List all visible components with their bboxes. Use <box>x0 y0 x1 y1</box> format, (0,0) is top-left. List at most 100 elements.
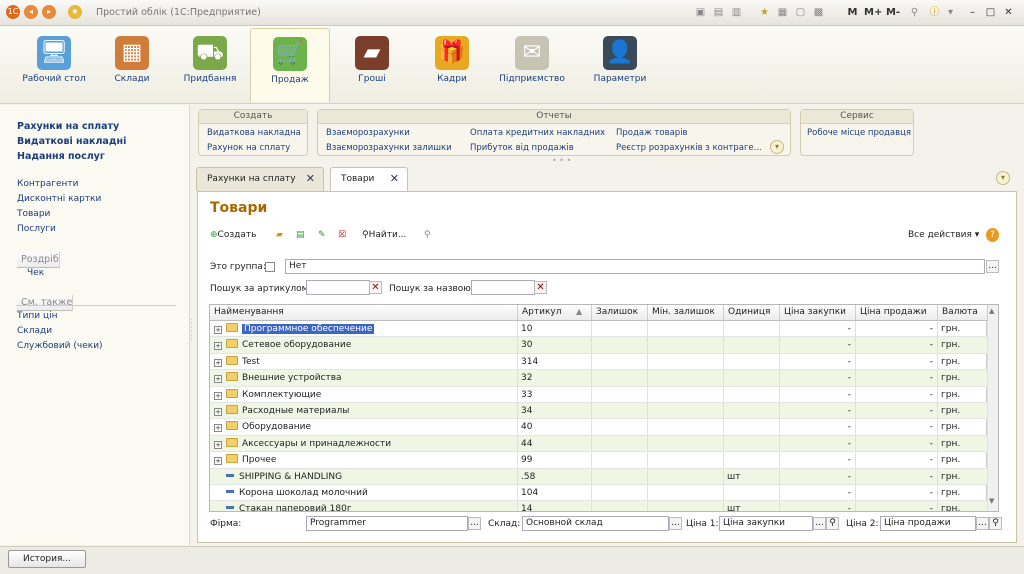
history-button[interactable]: История... <box>8 550 86 568</box>
section-envelope[interactable]: ✉ Підприємство <box>492 28 572 102</box>
firm-field[interactable]: Programmer <box>306 516 468 531</box>
expand-icon[interactable]: + <box>214 342 222 351</box>
section-desktop[interactable]: 🖥 Рабочий стол <box>14 28 94 102</box>
table-row[interactable]: SHIPPING & HANDLING .58 шт - - грн. <box>210 468 988 485</box>
document-icon[interactable]: ▢ <box>794 6 807 19</box>
nav-invoices-to-pay[interactable]: Рахунки на сплату <box>17 121 119 132</box>
cancel-search-icon[interactable]: ⚲ <box>424 228 431 242</box>
section-truck[interactable]: ⛟ Придбання <box>170 28 250 102</box>
nav-receipt[interactable]: Чек <box>27 268 44 278</box>
section-cart[interactable]: 🛒 Продаж <box>250 28 330 102</box>
back-icon[interactable]: ◂ <box>24 5 38 19</box>
nav-contractors[interactable]: Контрагенти <box>17 179 79 189</box>
edit-icon[interactable]: ✎ <box>318 228 326 242</box>
search-article-input[interactable] <box>306 280 370 295</box>
scroll-up-icon[interactable]: ▲ <box>989 307 994 315</box>
nav-services-provision[interactable]: Надання послуг <box>17 151 105 162</box>
column-header[interactable]: Ціна продажи <box>856 305 938 321</box>
expand-icon[interactable]: + <box>214 457 222 466</box>
column-header[interactable]: Залишок <box>592 305 648 321</box>
table-row[interactable]: Стакан паперовий 180г 14 шт - - грн. <box>210 501 988 511</box>
column-header[interactable]: Мін. залишок <box>648 305 724 321</box>
find-button[interactable]: ⚲Найти... <box>362 228 406 242</box>
clear-icon[interactable]: ✕ <box>534 281 547 294</box>
sort-ascending-icon[interactable]: ▲ <box>576 307 582 316</box>
is-group-field[interactable]: Нет <box>285 259 985 274</box>
expand-icon[interactable]: + <box>214 440 222 449</box>
memory-plus-button[interactable]: M+ <box>864 6 882 19</box>
maximize-icon[interactable]: □ <box>984 6 997 19</box>
save-icon[interactable]: ▣ <box>694 6 707 19</box>
table-row[interactable]: + Аксессуары и принадлежности 44- - грн. <box>210 435 988 453</box>
calendar-icon[interactable]: ▦ <box>776 6 789 19</box>
close-tab-icon[interactable]: ✕ <box>306 172 315 185</box>
favorite-add-icon[interactable]: ★ <box>758 6 771 19</box>
table-row[interactable]: + Оборудование 40- - грн. <box>210 419 988 436</box>
splitter-grip-icon[interactable]: ⋮ ⋮ ⋮ <box>188 318 195 342</box>
nav-price-types[interactable]: Типи цін <box>17 311 57 321</box>
nav-services[interactable]: Послуги <box>17 224 56 234</box>
column-header[interactable]: Одиниця <box>724 305 780 321</box>
copy-item-icon[interactable]: ▤ <box>296 228 305 242</box>
nav-goods[interactable]: Товари <box>17 209 50 219</box>
ellipsis-icon[interactable]: ... <box>986 260 999 273</box>
search-icon[interactable]: ⚲ <box>826 517 839 530</box>
table-row[interactable]: + Расходные материалы 34- - грн. <box>210 403 988 420</box>
table-row[interactable]: + Test 314- - грн. <box>210 353 988 371</box>
nav-discount-cards[interactable]: Дисконтні картки <box>17 194 101 204</box>
price1-field[interactable]: Ціна закупки <box>719 516 813 531</box>
info-icon[interactable]: ⓘ <box>928 6 941 19</box>
collapse-grip-icon[interactable]: • • • <box>552 156 571 165</box>
table-row[interactable]: + Комплектующие 33- - грн. <box>210 386 988 403</box>
dropdown-arrow-icon[interactable]: ▾ <box>944 6 957 19</box>
section-warehouse[interactable]: ▦ Склади <box>92 28 172 102</box>
warehouse-field[interactable]: Основной склад <box>522 516 669 531</box>
nav-sales-invoices[interactable]: Видаткові накладні <box>17 136 126 147</box>
report-settlement-balances[interactable]: Взаєморозрахунки залишки <box>326 143 452 153</box>
expand-icon[interactable]: + <box>214 358 222 367</box>
add-folder-icon[interactable]: ▰ <box>276 228 283 242</box>
ellipsis-icon[interactable]: ... <box>468 517 481 530</box>
tools-icon[interactable]: ⚲ <box>908 6 921 19</box>
clear-icon[interactable]: ✕ <box>369 281 382 294</box>
table-row[interactable]: + Прочее 99- - грн. <box>210 452 988 469</box>
star-icon[interactable]: ★ <box>68 5 82 19</box>
tabs-menu-icon[interactable]: ▾ <box>996 171 1010 185</box>
column-header[interactable]: Валюта <box>938 305 988 321</box>
minimize-icon[interactable]: – <box>966 6 979 19</box>
report-credit-invoices[interactable]: Оплата кредитних накладних <box>470 128 605 138</box>
memory-m-button[interactable]: M <box>846 6 859 19</box>
expand-icon[interactable]: + <box>214 375 222 384</box>
tab-invoices[interactable]: Рахунки на сплату ✕ <box>196 167 324 191</box>
expand-icon[interactable]: + <box>214 424 222 433</box>
ellipsis-icon[interactable]: ... <box>669 517 682 530</box>
column-header[interactable]: Найменування <box>210 305 518 321</box>
report-mutual-settlements[interactable]: Взаєморозрахунки <box>326 128 410 138</box>
report-settlements-register[interactable]: Реєстр розрахунків з контраге... <box>616 143 762 153</box>
scroll-down-icon[interactable]: ▼ <box>989 497 994 505</box>
cmd-seller-workplace[interactable]: Робоче місце продавця <box>807 128 911 138</box>
expand-icon[interactable]: + <box>214 391 222 400</box>
table-row[interactable]: + Программное обеспечение 10- - грн. <box>210 321 988 338</box>
tab-goods[interactable]: Товари ✕ <box>330 167 408 192</box>
close-tab-icon[interactable]: ✕ <box>390 172 399 185</box>
all-actions-button[interactable]: Все действия ▾ <box>908 228 979 242</box>
ellipsis-icon[interactable]: ... <box>976 517 989 530</box>
nav-warehouses[interactable]: Склади <box>17 326 52 336</box>
search-icon[interactable]: ⚲ <box>989 517 1002 530</box>
nav-service-receipts[interactable]: Службовий (чеки) <box>17 341 103 351</box>
cmd-payment-invoice[interactable]: Рахунок на сплату <box>207 143 290 153</box>
column-header[interactable]: Ціна закупки <box>780 305 856 321</box>
create-button[interactable]: ⊕Создать <box>210 228 256 242</box>
calculator-icon[interactable]: ▩ <box>812 6 825 19</box>
table-row[interactable]: Корона шоколад молочний 104- - грн. <box>210 485 988 502</box>
expand-icon[interactable]: + <box>214 326 222 334</box>
memory-minus-button[interactable]: M- <box>884 6 902 19</box>
forward-icon[interactable]: ▸ <box>42 5 56 19</box>
ellipsis-icon[interactable]: ... <box>813 517 826 530</box>
print-icon[interactable]: ▤ <box>712 6 725 19</box>
section-wallet[interactable]: ▰ Гроші <box>332 28 412 102</box>
table-row[interactable]: + Сетевое оборудование 30- - грн. <box>210 337 988 354</box>
help-icon[interactable]: ? <box>986 228 999 242</box>
app-logo-icon[interactable]: 1C <box>6 5 20 19</box>
